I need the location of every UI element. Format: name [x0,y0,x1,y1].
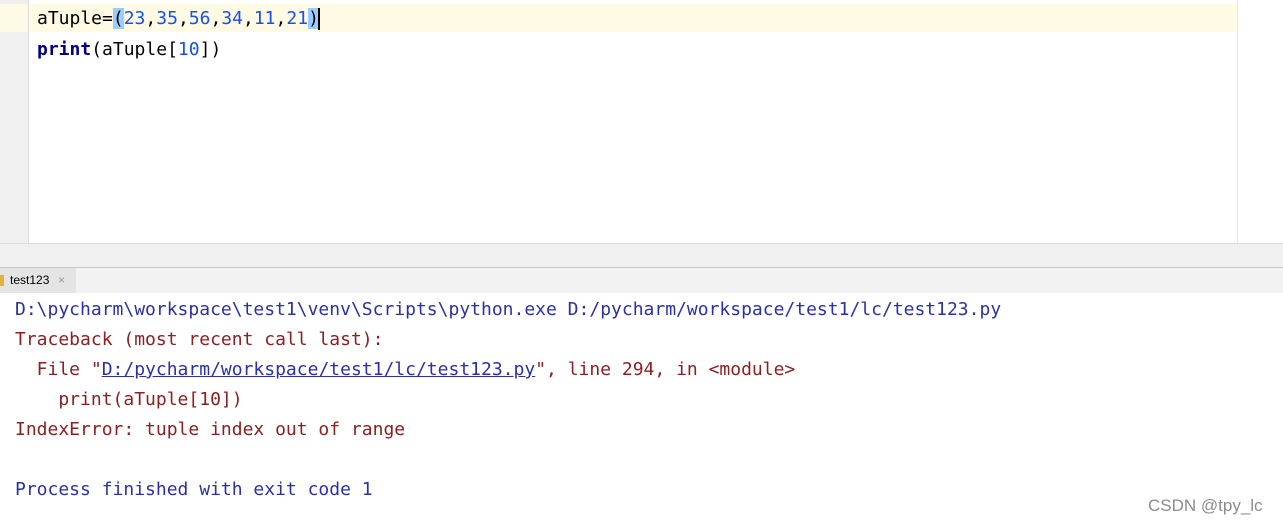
line-gutter [0,0,29,243]
close-paren: ) [210,39,222,60]
comma: , [177,8,189,29]
comma: , [275,8,287,29]
code-line-1[interactable]: aTuple=(23,35,56,34,11,21) [37,5,320,33]
console-traceback-header: Traceback (most recent call last): [15,329,384,350]
console-exit-line: Process finished with exit code 1 [15,479,373,500]
variable-name: aTuple [37,8,103,29]
file-prefix: File " [15,359,102,380]
run-console[interactable]: D:\pycharm\workspace\test1\venv\Scripts\… [0,293,1283,527]
panel-divider[interactable] [0,243,1283,268]
open-bracket: [ [167,39,178,60]
tuple-value: 56 [188,8,211,29]
current-line-gutter [0,4,28,32]
console-code-line: print(aTuple[10]) [15,389,243,410]
tuple-value: 23 [123,8,146,29]
comma: , [243,8,254,29]
text-caret [317,8,320,30]
file-suffix: ", line 294, in <module> [535,359,796,380]
tab-test123[interactable]: test123 × [0,268,76,293]
print-keyword: print [37,39,92,60]
python-file-icon [0,275,4,286]
console-file-line: File "D:/pycharm/workspace/test1/lc/test… [15,355,796,385]
close-bracket: ] [199,39,211,60]
code-editor[interactable]: aTuple=(23,35,56,34,11,21) print(aTuple[… [0,0,1283,243]
watermark: CSDN @tpy_lc [1148,496,1263,515]
comma: , [210,8,222,29]
close-icon[interactable]: × [58,268,65,293]
assign-operator: = [102,8,113,29]
argument-name: aTuple [102,39,168,60]
tuple-value: 11 [253,8,276,29]
console-error-line: IndexError: tuple index out of range [15,419,406,440]
run-tool-window-tabs: test123 × [0,267,1283,294]
right-margin-guide [1237,0,1238,243]
file-link[interactable]: D:/pycharm/workspace/test1/lc/test123.py [102,359,535,380]
open-paren: ( [91,39,103,60]
tuple-value: 21 [286,8,309,29]
open-paren: ( [112,8,124,29]
tuple-value: 35 [156,8,178,29]
code-line-2[interactable]: print(aTuple[10]) [37,36,221,64]
comma: , [145,8,157,29]
tab-label: test123 [10,273,50,287]
tuple-value: 34 [221,8,243,29]
console-command-line: D:\pycharm\workspace\test1\venv\Scripts\… [15,299,1002,320]
index-value: 10 [177,39,200,60]
